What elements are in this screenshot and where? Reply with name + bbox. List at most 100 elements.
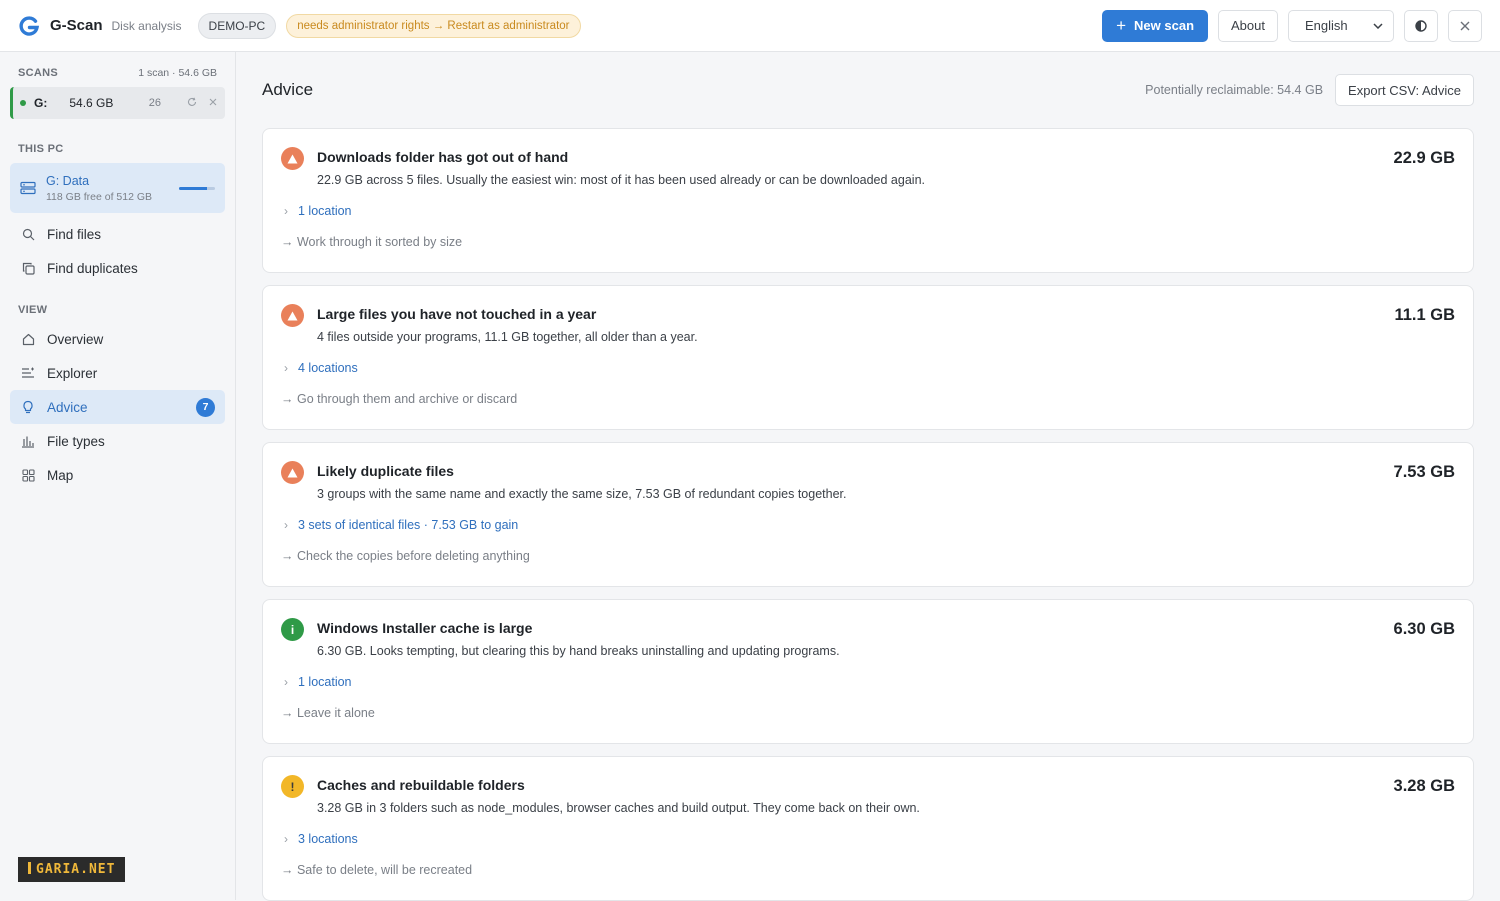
drive-usage-fill (179, 186, 207, 190)
warning-icon (281, 304, 304, 327)
watermark: GARIA.NET (18, 857, 126, 882)
warning-icon (281, 461, 304, 484)
this-pc-heading: THIS PC (18, 143, 64, 155)
advice-size: 3.28 GB (1393, 777, 1455, 795)
nav-find-files[interactable]: Find files (10, 217, 225, 251)
chevron-right-icon: › (284, 204, 288, 218)
refresh-icon[interactable] (187, 97, 197, 110)
close-button[interactable] (1448, 9, 1482, 42)
bar-chart-icon (20, 433, 36, 449)
advice-title: Large files you have not touched in a ye… (317, 306, 597, 322)
advice-action: → Work through it sorted by size (281, 235, 463, 249)
drive-name: G: Data (46, 173, 90, 188)
advice-locations-toggle[interactable]: › 1 location (281, 675, 1455, 689)
language-select[interactable]: English (1288, 9, 1394, 42)
toolbar-actions: + New scan About English (1102, 9, 1482, 42)
advice-card: Large files you have not touched in a ye… (262, 285, 1474, 430)
advice-locations-toggle[interactable]: › 1 location (281, 204, 1455, 218)
this-pc-section-header: THIS PC (10, 143, 225, 155)
scan-status-dot (20, 100, 26, 106)
app-subtitle: Disk analysis (111, 18, 182, 33)
nav-map[interactable]: Map (10, 458, 225, 492)
copy-icon (20, 260, 36, 276)
advice-card: i Windows Installer cache is large 6.30 GB… (262, 599, 1474, 744)
advice-description: 6.30 GB. Looks tempting, but clearing th… (317, 644, 840, 658)
watermark-bar (28, 862, 31, 874)
nav-label: Find duplicates (47, 260, 138, 276)
nav-label: Map (47, 467, 74, 483)
nav-label: Overview (47, 331, 104, 347)
home-icon (20, 331, 36, 347)
advice-locations-label: 3 sets of identical files · 7.53 GB to g… (298, 518, 519, 532)
advice-locations-toggle[interactable]: › 3 sets of identical files · 7.53 GB to … (281, 518, 1455, 532)
nav-find-duplicates[interactable]: Find duplicates (10, 251, 225, 285)
nav-label: Explorer (47, 365, 98, 381)
nav-label: File types (47, 433, 105, 449)
advice-card: Downloads folder has got out of hand 22.9… (262, 128, 1474, 273)
chevron-right-icon: › (284, 832, 288, 846)
advice-action: → Check the copies before deleting anyth… (281, 549, 530, 563)
app-name: G-Scan (50, 17, 103, 34)
theme-toggle-button[interactable] (1404, 9, 1438, 42)
advice-locations-label: 4 locations (298, 361, 358, 375)
sidebar: SCANS 1 scan · 54.6 GB G: 54.6 GB 26 THI… (0, 52, 236, 900)
page-title: Advice (262, 80, 314, 99)
nav-advice[interactable]: Advice 7 (10, 390, 225, 424)
chevron-right-icon: › (284, 675, 288, 689)
drive-info: G: Data 118 GB free of 512 GB (46, 174, 152, 203)
new-scan-button[interactable]: + New scan (1102, 9, 1209, 42)
advice-title: Windows Installer cache is large (317, 620, 533, 636)
advice-count-badge: 7 (196, 397, 215, 417)
scans-meta: 1 scan · 54.6 GB (138, 67, 217, 79)
advice-description: 3 groups with the same name and exactly … (317, 487, 847, 501)
export-csv-button[interactable]: Export CSV: Advice (1335, 74, 1474, 106)
advice-list: Downloads folder has got out of hand 22.9… (262, 128, 1474, 901)
scans-section-header: SCANS 1 scan · 54.6 GB (10, 67, 225, 79)
advice-card: ! Caches and rebuildable folders 3.28 GB i… (262, 756, 1474, 901)
scan-drive: G: (34, 96, 48, 110)
view-section-header: VIEW (10, 304, 225, 316)
info-icon: i (281, 618, 304, 641)
advice-card: Likely duplicate files 3 groups with the … (262, 442, 1474, 587)
drive-usage-bar (179, 186, 215, 190)
nav-file-types[interactable]: File types (10, 424, 225, 458)
advice-locations-toggle[interactable]: › 3 locations (281, 832, 1455, 846)
advice-title: Caches and rebuildable folders (317, 777, 525, 793)
language-value: English (1305, 18, 1348, 33)
nav-explorer[interactable]: Explorer (10, 356, 225, 390)
plus-icon: + (1116, 16, 1127, 35)
advice-size: 22.9 GB (1393, 149, 1455, 167)
restart-as-admin-link[interactable]: needs administrator rights → Restart as … (286, 13, 581, 38)
scan-size: 54.6 GB (69, 96, 114, 110)
advice-locations-toggle[interactable]: › 4 locations (281, 361, 1455, 375)
search-icon (20, 226, 36, 242)
nav-label: Advice (47, 399, 88, 415)
list-icon (20, 365, 36, 381)
chevron-right-icon: › (284, 518, 288, 532)
drive-icon (20, 181, 36, 195)
contrast-icon (1415, 19, 1427, 32)
chevron-down-icon (1373, 22, 1383, 29)
scans-heading: SCANS (18, 67, 59, 79)
top-bar: G-Scan Disk analysis DEMO-PC needs admin… (0, 0, 1500, 52)
about-button[interactable]: About (1218, 9, 1278, 42)
advice-locations-label: 1 location (298, 675, 352, 689)
advice-action: → Leave it alone (281, 706, 375, 720)
lightbulb-icon (20, 399, 36, 415)
advice-size: 11.1 GB (1394, 306, 1455, 324)
advice-action: → Safe to delete, will be recreated (281, 863, 473, 877)
drive-free-space: 118 GB free of 512 GB (46, 190, 153, 203)
nav-label: Find files (47, 226, 102, 242)
advice-locations-label: 3 locations (298, 832, 358, 846)
advice-action: → Go through them and archive or discard (281, 392, 518, 406)
drive-card-g[interactable]: G: Data 118 GB free of 512 GB (10, 163, 225, 213)
scan-count: 26 (148, 97, 161, 109)
nav-overview[interactable]: Overview (10, 322, 225, 356)
scan-item-g[interactable]: G: 54.6 GB 26 (10, 87, 225, 119)
chevron-right-icon: › (284, 361, 288, 375)
remove-scan-icon[interactable] (209, 97, 217, 109)
advice-description: 3.28 GB in 3 folders such as node_module… (317, 801, 920, 815)
main-content: Advice Potentially reclaimable: 54.4 GB … (237, 52, 1500, 901)
view-list: Overview Explorer Advice 7 File types Ma… (10, 322, 225, 492)
pc-name-badge: DEMO-PC (197, 12, 277, 39)
